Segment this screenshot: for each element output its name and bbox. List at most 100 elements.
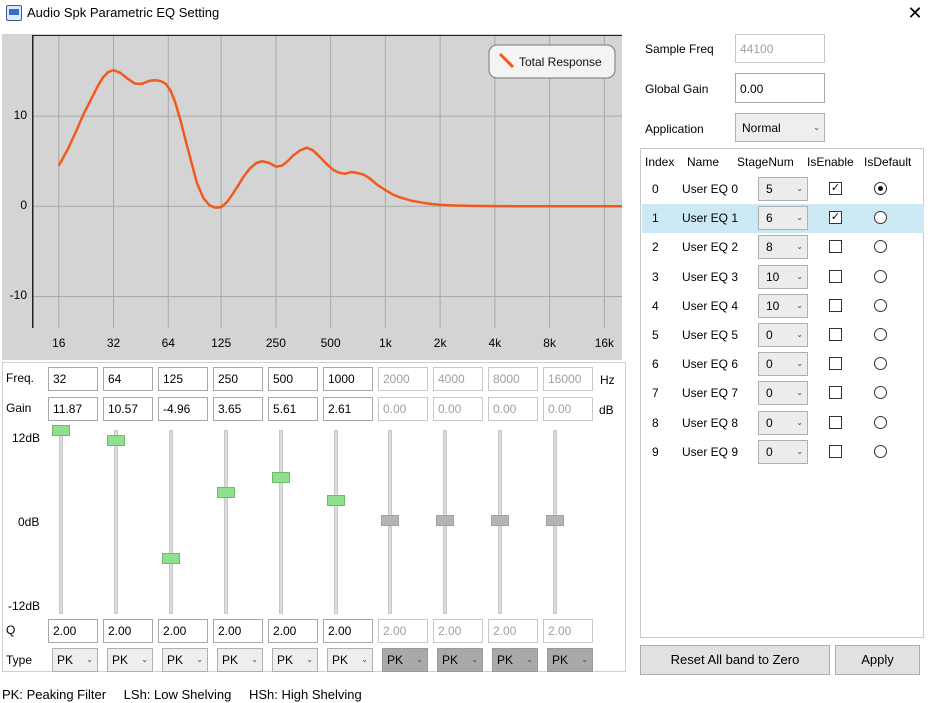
application-select[interactable]: Normal ⌄: [735, 113, 825, 142]
slider-thumb[interactable]: [217, 487, 235, 499]
slider-thumb[interactable]: [491, 515, 509, 526]
band-type-select[interactable]: PK ⌄: [52, 648, 98, 672]
default-radio[interactable]: [874, 211, 887, 225]
default-radio[interactable]: [874, 444, 887, 458]
default-radio[interactable]: [874, 182, 887, 195]
stage-select[interactable]: 6 ⌄: [758, 206, 808, 231]
band-type-select[interactable]: PK ⌄: [547, 648, 593, 672]
band-freq-field[interactable]: 32: [48, 367, 98, 391]
band-gain-field[interactable]: 5.61: [268, 397, 318, 421]
band-gain-field[interactable]: 0.00: [433, 397, 483, 421]
band-q-field[interactable]: 2.00: [268, 619, 318, 643]
slider-thumb[interactable]: [381, 515, 399, 526]
band-type-select[interactable]: PK ⌄: [492, 648, 538, 672]
band-freq-field[interactable]: 4000: [433, 367, 483, 391]
band-gain-slider[interactable]: [114, 430, 118, 614]
enable-checkbox[interactable]: [829, 386, 842, 400]
band-gain-field[interactable]: 2.61: [323, 397, 373, 421]
enable-checkbox[interactable]: [829, 240, 842, 254]
band-q-field[interactable]: 2.00: [213, 619, 263, 643]
band-type-select[interactable]: PK ⌄: [107, 648, 153, 672]
default-radio[interactable]: [874, 357, 887, 371]
band-gain-slider[interactable]: [334, 430, 338, 614]
default-radio[interactable]: [874, 269, 887, 283]
stage-select[interactable]: 0 ⌄: [758, 352, 808, 377]
band-gain-slider[interactable]: [59, 430, 63, 614]
default-radio[interactable]: [874, 240, 887, 254]
stage-select[interactable]: 0 ⌄: [758, 439, 808, 464]
stage-select[interactable]: 0 ⌄: [758, 410, 808, 435]
stage-select[interactable]: 8 ⌄: [758, 235, 808, 260]
slider-thumb[interactable]: [327, 495, 345, 507]
table-row[interactable]: 3 User EQ 3 10 ⌄: [642, 263, 924, 292]
band-q-field[interactable]: 2.00: [48, 619, 98, 643]
band-gain-slider[interactable]: [279, 430, 283, 614]
band-freq-field[interactable]: 1000: [323, 367, 373, 391]
reset-all-button[interactable]: Reset All band to Zero: [640, 645, 830, 675]
slider-thumb[interactable]: [107, 434, 125, 446]
table-row[interactable]: 0 User EQ 0 5 ⌄ ✓: [642, 175, 924, 204]
enable-checkbox[interactable]: ✓: [829, 182, 842, 195]
slider-thumb[interactable]: [436, 515, 454, 526]
enable-checkbox[interactable]: [829, 328, 842, 341]
band-freq-field[interactable]: 64: [103, 367, 153, 391]
enable-checkbox[interactable]: [829, 444, 842, 458]
slider-thumb[interactable]: [272, 472, 290, 484]
enable-checkbox[interactable]: [829, 269, 842, 283]
band-type-select[interactable]: PK ⌄: [327, 648, 373, 672]
apply-button[interactable]: Apply: [835, 645, 920, 675]
table-row[interactable]: 6 User EQ 6 0 ⌄: [642, 350, 924, 379]
table-row[interactable]: 5 User EQ 5 0 ⌄: [642, 321, 924, 350]
band-gain-field[interactable]: 10.57: [103, 397, 153, 421]
table-row[interactable]: 1 User EQ 1 6 ⌄ ✓: [642, 204, 924, 234]
close-icon[interactable]: ✕: [902, 2, 928, 24]
band-q-field[interactable]: 2.00: [433, 619, 483, 643]
global-gain-field[interactable]: 0.00: [735, 73, 825, 103]
band-q-field[interactable]: 2.00: [323, 619, 373, 643]
band-freq-field[interactable]: 500: [268, 367, 318, 391]
band-freq-field[interactable]: 16000: [543, 367, 593, 391]
band-type-select[interactable]: PK ⌄: [162, 648, 208, 672]
default-radio[interactable]: [874, 415, 887, 429]
band-gain-field[interactable]: 0.00: [378, 397, 428, 421]
slider-thumb[interactable]: [546, 515, 564, 526]
band-gain-slider[interactable]: [169, 430, 173, 614]
default-radio[interactable]: [874, 328, 887, 341]
enable-checkbox[interactable]: [829, 415, 842, 429]
band-gain-field[interactable]: 0.00: [543, 397, 593, 421]
enable-checkbox[interactable]: ✓: [829, 211, 842, 225]
band-q-field[interactable]: 2.00: [488, 619, 538, 643]
band-freq-field[interactable]: 125: [158, 367, 208, 391]
slider-thumb[interactable]: [162, 552, 180, 564]
band-q-field[interactable]: 2.00: [158, 619, 208, 643]
band-q-field[interactable]: 2.00: [103, 619, 153, 643]
band-freq-field[interactable]: 2000: [378, 367, 428, 391]
stage-select[interactable]: 0 ⌄: [758, 381, 808, 406]
enable-checkbox[interactable]: [829, 357, 842, 371]
enable-checkbox[interactable]: [829, 298, 842, 312]
table-row[interactable]: 8 User EQ 8 0 ⌄: [642, 409, 924, 438]
band-q-field[interactable]: 2.00: [543, 619, 593, 643]
band-type-select[interactable]: PK ⌄: [437, 648, 483, 672]
stage-select[interactable]: 10 ⌄: [758, 264, 808, 289]
band-type-select[interactable]: PK ⌄: [272, 648, 318, 672]
default-radio[interactable]: [874, 386, 887, 400]
stage-select[interactable]: 0 ⌄: [758, 323, 808, 347]
table-row[interactable]: 7 User EQ 7 0 ⌄: [642, 379, 924, 408]
band-type-select[interactable]: PK ⌄: [217, 648, 263, 672]
band-gain-field[interactable]: 3.65: [213, 397, 263, 421]
table-row[interactable]: 4 User EQ 4 10 ⌄: [642, 292, 924, 321]
band-q-field[interactable]: 2.00: [378, 619, 428, 643]
band-gain-field[interactable]: 0.00: [488, 397, 538, 421]
band-freq-field[interactable]: 250: [213, 367, 263, 391]
default-radio[interactable]: [874, 298, 887, 312]
band-freq-field[interactable]: 8000: [488, 367, 538, 391]
stage-select[interactable]: 10 ⌄: [758, 293, 808, 318]
table-row[interactable]: 9 User EQ 9 0 ⌄: [642, 438, 924, 467]
stage-select[interactable]: 5 ⌄: [758, 177, 808, 201]
slider-thumb[interactable]: [52, 424, 70, 436]
table-row[interactable]: 2 User EQ 2 8 ⌄: [642, 233, 924, 262]
sample-freq-field[interactable]: 44100: [735, 34, 825, 63]
band-type-select[interactable]: PK ⌄: [382, 648, 428, 672]
band-gain-slider[interactable]: [224, 430, 228, 614]
